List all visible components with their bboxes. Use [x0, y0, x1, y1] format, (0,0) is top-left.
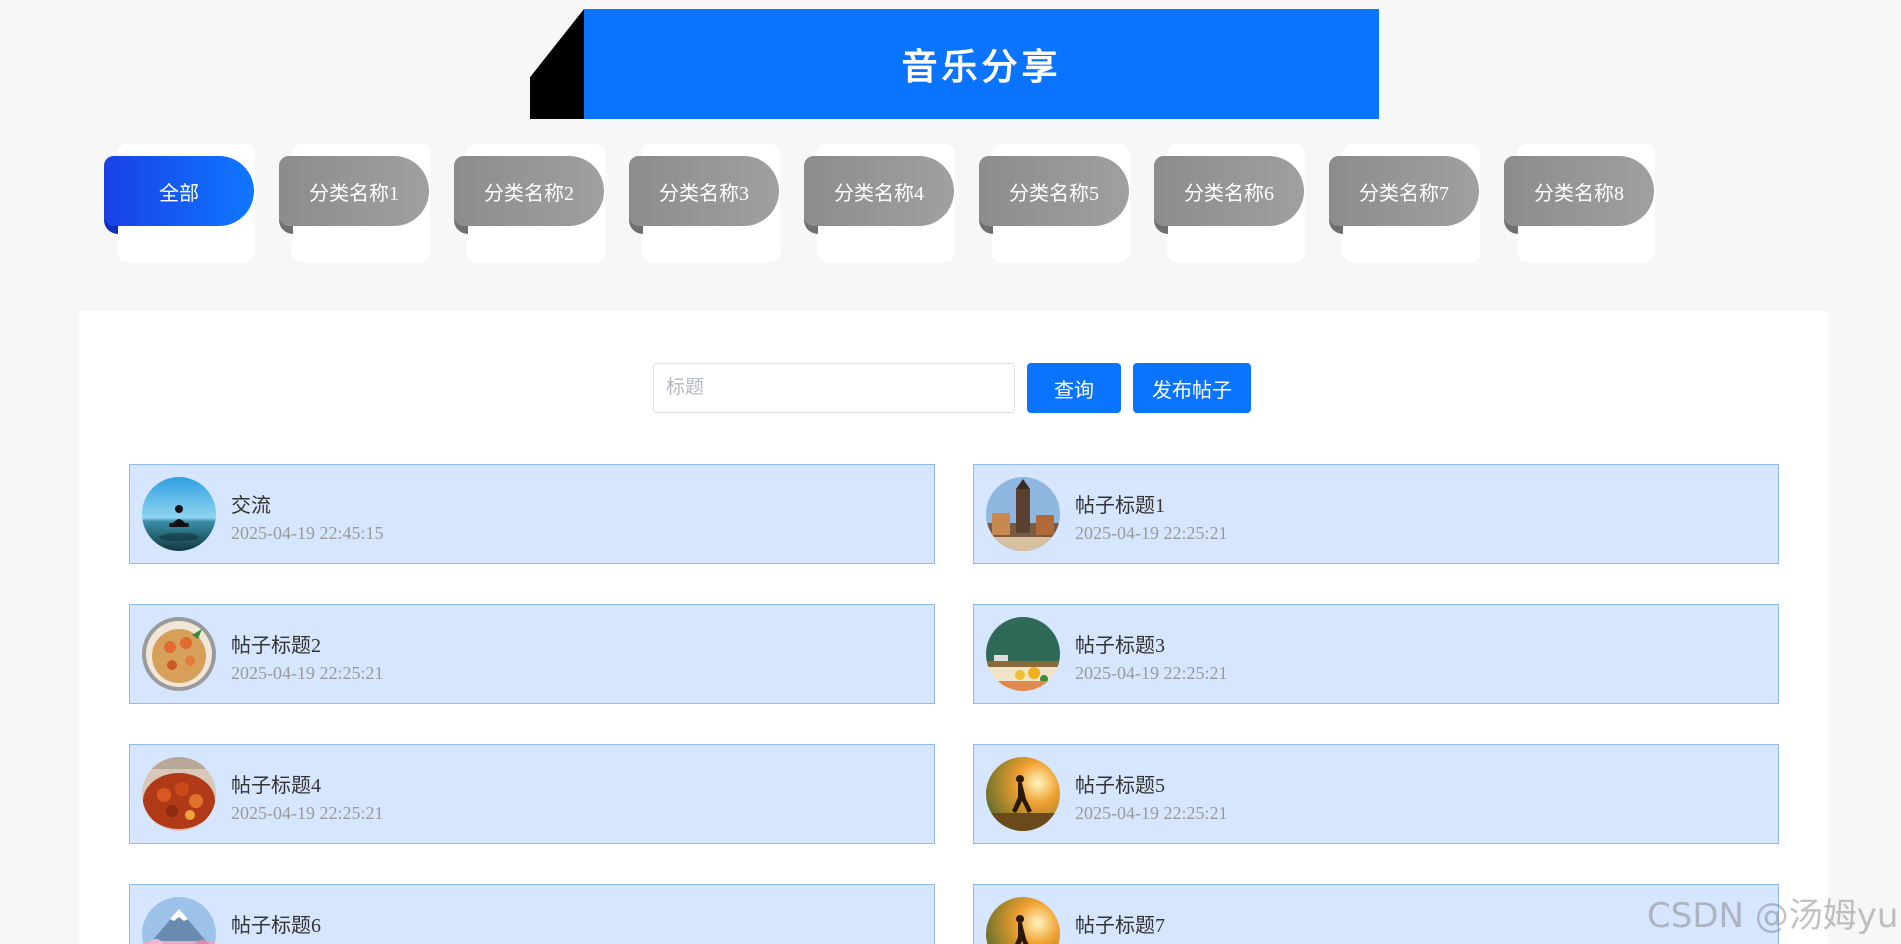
- post-thumbnail-image: [986, 757, 1060, 831]
- post-title: 帖子标题7: [1075, 915, 1165, 937]
- post-thumbnail-image: [142, 897, 216, 944]
- post-card[interactable]: 帖子标题4 2025-04-19 22:25:21: [129, 744, 935, 844]
- post-thumbnail: [986, 897, 1060, 944]
- post-title: 交流: [231, 495, 271, 517]
- category-tab-6[interactable]: 分类名称6: [1154, 144, 1305, 262]
- post-card[interactable]: 帖子标题1 2025-04-19 22:25:21: [973, 464, 1779, 564]
- category-tab-8[interactable]: 分类名称8: [1504, 144, 1655, 262]
- post-thumbnail-image: [986, 897, 1060, 944]
- post-timestamp: 2025-04-19 22:25:21: [231, 663, 384, 683]
- category-tab-label: 分类名称6: [1154, 156, 1304, 226]
- page: 音乐分享 全部 分类名称1 分类名称2 分类名称3 分类名称4 分类名称5 分类名称6 分类名…: [0, 0, 1901, 944]
- post-timestamp: 2025-04-19 22:45:15: [231, 523, 384, 543]
- post-thumbnail: [986, 617, 1060, 691]
- category-tab-label: 分类名称2: [454, 156, 604, 226]
- banner-body: 音乐分享: [584, 9, 1379, 119]
- category-tab-label: 全部: [104, 156, 254, 226]
- post-thumbnail-image: [142, 477, 216, 551]
- category-tab-1[interactable]: 分类名称1: [279, 144, 430, 262]
- post-thumbnail-image: [142, 757, 216, 831]
- category-tab-2[interactable]: 分类名称2: [454, 144, 605, 262]
- category-tab-7[interactable]: 分类名称7: [1329, 144, 1480, 262]
- category-tab-label: 分类名称5: [979, 156, 1129, 226]
- category-tab-label: 分类名称7: [1329, 156, 1479, 226]
- post-title: 帖子标题6: [231, 915, 321, 937]
- post-thumbnail: [142, 617, 216, 691]
- post-title: 帖子标题4: [231, 775, 321, 797]
- post-title: 帖子标题2: [231, 635, 321, 657]
- post-thumbnail: [986, 757, 1060, 831]
- post-card[interactable]: 交流 2025-04-19 22:45:15: [129, 464, 935, 564]
- post-timestamp: 2025-04-19 22:25:21: [1075, 523, 1228, 543]
- search-bar: 查询 发布帖子: [653, 363, 1251, 415]
- category-tab-4[interactable]: 分类名称4: [804, 144, 955, 262]
- post-thumbnail: [142, 897, 216, 944]
- post-timestamp: 2025-04-19 22:25:21: [1075, 803, 1228, 823]
- post-thumbnail-image: [986, 477, 1060, 551]
- page-banner: 音乐分享: [530, 9, 1379, 119]
- category-tab-5[interactable]: 分类名称5: [979, 144, 1130, 262]
- query-button[interactable]: 查询: [1027, 363, 1121, 413]
- category-tab-0[interactable]: 全部: [104, 144, 255, 262]
- post-card[interactable]: 帖子标题6: [129, 884, 935, 944]
- category-tab-label: 分类名称4: [804, 156, 954, 226]
- category-tab-label: 分类名称3: [629, 156, 779, 226]
- post-timestamp: 2025-04-19 22:25:21: [1075, 663, 1228, 683]
- post-title: 帖子标题3: [1075, 635, 1165, 657]
- post-card[interactable]: 帖子标题3 2025-04-19 22:25:21: [973, 604, 1779, 704]
- post-title: 帖子标题1: [1075, 495, 1165, 517]
- title-search-input[interactable]: [653, 363, 1015, 413]
- banner-fold-decoration: [530, 9, 584, 119]
- category-tab-label: 分类名称8: [1504, 156, 1654, 226]
- post-card[interactable]: 帖子标题2 2025-04-19 22:25:21: [129, 604, 935, 704]
- page-title: 音乐分享: [901, 47, 1062, 88]
- category-tab-label: 分类名称1: [279, 156, 429, 226]
- content-panel: 查询 发布帖子 交流 2025-04-19 22:45:15 帖子标题1 2025-0…: [79, 311, 1828, 944]
- post-timestamp: 2025-04-19 22:25:21: [231, 803, 384, 823]
- category-tab-3[interactable]: 分类名称3: [629, 144, 780, 262]
- post-thumbnail-image: [986, 617, 1060, 691]
- post-card[interactable]: 帖子标题5 2025-04-19 22:25:21: [973, 744, 1779, 844]
- watermark: CSDN @汤姆yu: [1647, 896, 1899, 936]
- post-thumbnail-image: [142, 617, 216, 691]
- category-tabs: 全部 分类名称1 分类名称2 分类名称3 分类名称4 分类名称5 分类名称6 分类名称7 分类名…: [104, 144, 1679, 262]
- post-thumbnail: [986, 477, 1060, 551]
- post-title: 帖子标题5: [1075, 775, 1165, 797]
- post-thumbnail: [142, 477, 216, 551]
- publish-post-button[interactable]: 发布帖子: [1133, 363, 1251, 413]
- post-thumbnail: [142, 757, 216, 831]
